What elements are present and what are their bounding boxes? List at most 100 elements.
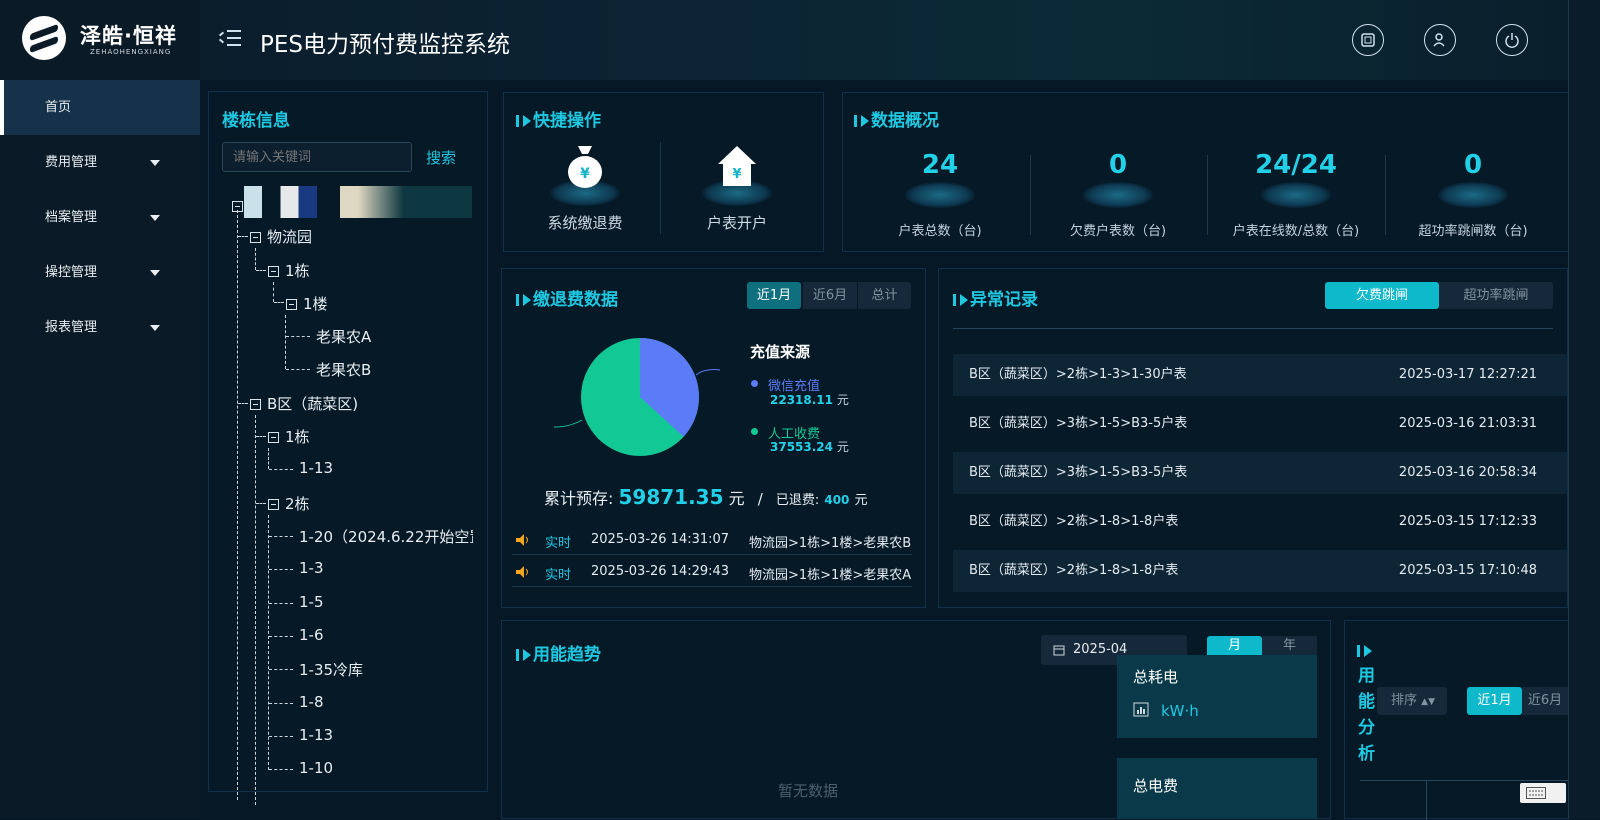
- system-payment-button[interactable]: ¥ 系统缴退费: [540, 140, 630, 235]
- tree-node-label: 1栋: [285, 428, 310, 446]
- divider: [1426, 781, 1427, 820]
- podium-glow: [1438, 182, 1508, 208]
- tree-node[interactable]: 1-8: [299, 693, 324, 711]
- brand-name: 泽皓·恒祥: [80, 24, 177, 48]
- system-title: PES电力预付费监控系统: [260, 32, 511, 58]
- tree-line: [286, 336, 310, 337]
- stat-overpower-trips: 0 超功率跳闸数（台): [1400, 150, 1546, 239]
- sidebar-item-control[interactable]: 操控管理: [0, 245, 200, 300]
- sort-icon: ▲▼: [1421, 697, 1435, 707]
- chevron-down-icon: [150, 270, 160, 276]
- tab-analysis-1month[interactable]: 近1月: [1467, 687, 1522, 715]
- total-value: 59871.35: [618, 485, 724, 509]
- collapse-icon: [268, 499, 279, 510]
- overview-title: 数据概况: [854, 106, 939, 131]
- analysis-title-char: 能: [1358, 692, 1375, 712]
- redacted-root-label: [244, 186, 472, 218]
- divider: [1030, 155, 1031, 235]
- tree-node[interactable]: 1-6: [299, 626, 324, 644]
- stat-label: 户表在线数/总数（台): [1232, 224, 1360, 239]
- sidebar-item-home[interactable]: 首页: [0, 80, 200, 135]
- money-bag-icon: ¥: [568, 146, 602, 188]
- stat-arrears-meters: 0 欠费户表数（台): [1048, 150, 1188, 239]
- tree-node[interactable]: 1-5: [299, 593, 324, 611]
- tab-arrears-trip[interactable]: 欠费跳闸: [1325, 282, 1439, 309]
- sidebar-item-label: 报表管理: [45, 320, 98, 335]
- fullscreen-button[interactable]: [1352, 24, 1384, 56]
- sidebar-item-label: 费用管理: [45, 155, 98, 170]
- chevron-down-icon: [150, 325, 160, 331]
- sidebar-item-fees[interactable]: 费用管理: [0, 135, 200, 190]
- user-icon: [1433, 33, 1445, 47]
- tree-node[interactable]: B区（蔬菜区): [250, 393, 358, 414]
- analysis-title-char: 分: [1358, 718, 1375, 738]
- menu-toggle-icon[interactable]: [218, 28, 241, 48]
- tree-node[interactable]: 1-20（2024.6.22开始空置: [299, 526, 473, 547]
- abnormal-row[interactable]: B区（蔬菜区）>2栋>1-3>1-30户表 2025-03-17 12:27:21: [953, 354, 1567, 396]
- abnormal-row[interactable]: B区（蔬菜区）>3栋>1-5>B3-5户表 2025-03-16 20:58:34: [953, 452, 1567, 494]
- refund-label: 已退费:: [775, 493, 820, 508]
- energy-card: 总耗电 kW·h: [1117, 655, 1317, 738]
- tab-1month[interactable]: 近1月: [747, 282, 801, 309]
- stat-label: 欠费户表数（台): [1069, 224, 1167, 239]
- tree-line: [286, 369, 310, 370]
- tree-node[interactable]: 1栋: [268, 426, 310, 447]
- tree-node[interactable]: 1-3: [299, 559, 324, 577]
- abnormal-row[interactable]: B区（蔬菜区）>2栋>1-8>1-8户表 2025-03-15 17:10:48: [953, 550, 1567, 592]
- fullscreen-icon: [1361, 33, 1375, 47]
- tab-month[interactable]: 月: [1207, 636, 1262, 656]
- tree-node[interactable]: 老果农B: [316, 359, 371, 380]
- stat-online-meters: 24/24 户表在线数/总数（台): [1216, 150, 1376, 239]
- sort-button[interactable]: 排序 ▲▼: [1377, 687, 1447, 715]
- tab-6months[interactable]: 近6月: [803, 282, 857, 309]
- tree-node[interactable]: 1-13: [299, 459, 333, 477]
- bar-chart-icon: [1133, 702, 1149, 717]
- tree-node-label: B区（蔬菜区): [267, 395, 359, 413]
- log-row: 实时 2025-03-26 14:31:07 物流园>1栋>1楼>老果农B: [512, 525, 912, 555]
- search-input[interactable]: [222, 142, 412, 172]
- tree-line: [273, 282, 274, 302]
- refund-unit: 元: [854, 493, 868, 508]
- tree-node-label: 2栋: [285, 495, 310, 513]
- energy-card-title: 总耗电: [1133, 668, 1179, 686]
- building-title: 楼栋信息: [222, 111, 290, 131]
- tree-node-label: 物流园: [267, 228, 313, 246]
- tab-overpower-trip[interactable]: 超功率跳闸: [1439, 282, 1553, 309]
- tab-year[interactable]: 年: [1262, 636, 1317, 656]
- sidebar-item-archives[interactable]: 档案管理: [0, 190, 200, 245]
- analysis-title-char: 析: [1358, 744, 1375, 764]
- analysis-title-char: 用: [1358, 666, 1375, 686]
- energy-unit: kW·h: [1161, 702, 1199, 720]
- tree-line: [255, 248, 256, 270]
- tab-analysis-6months[interactable]: 近6月: [1522, 687, 1568, 715]
- account-open-button[interactable]: ¥ 户表开户: [692, 140, 782, 235]
- tree-node[interactable]: 1栋: [268, 260, 310, 281]
- tree-node[interactable]: 1楼: [286, 293, 328, 314]
- tree-node[interactable]: 1-10: [299, 759, 333, 777]
- sidebar-item-reports[interactable]: 报表管理: [0, 300, 200, 355]
- tree-node[interactable]: 物流园: [250, 226, 312, 247]
- keyboard-icon[interactable]: [1520, 783, 1566, 803]
- unit-label: 元: [836, 393, 849, 407]
- scrollbar[interactable]: [1568, 0, 1600, 819]
- tab-total[interactable]: 总计: [858, 282, 911, 309]
- tree-node[interactable]: 1-13: [299, 726, 333, 744]
- user-button[interactable]: [1424, 24, 1456, 56]
- tree-node[interactable]: 1-35冷库: [299, 659, 363, 680]
- stat-value: 24/24: [1255, 150, 1337, 180]
- keyboard-glyph: [1526, 787, 1546, 799]
- podium-glow: [1083, 182, 1153, 208]
- tree-node[interactable]: 老果农A: [316, 326, 371, 347]
- separator: /: [757, 490, 763, 508]
- log-tag: 实时: [545, 536, 572, 551]
- log-time: 2025-03-26 14:29:43: [591, 564, 730, 579]
- power-button[interactable]: [1496, 24, 1528, 56]
- speaker-icon: [516, 566, 528, 578]
- payment-pie-chart: [553, 338, 721, 456]
- abnormal-row[interactable]: B区（蔬菜区）>2栋>1-8>1-8户表 2025-03-15 17:12:33: [953, 501, 1567, 543]
- collapse-icon: [268, 432, 279, 443]
- search-button[interactable]: 搜索: [426, 147, 456, 168]
- tree-node[interactable]: 2栋: [268, 493, 310, 514]
- abnormal-row[interactable]: B区（蔬菜区）>3栋>1-5>B3-5户表 2025-03-16 21:03:31: [953, 403, 1567, 445]
- tree-node-label: 1栋: [285, 262, 310, 280]
